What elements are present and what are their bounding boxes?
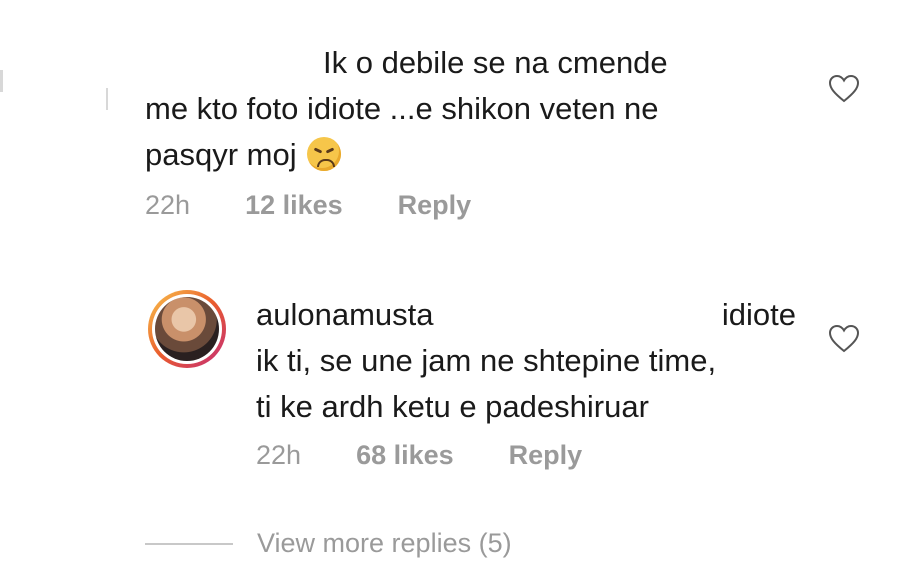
left-edge-mark (0, 70, 3, 92)
comment-1-meta: 22h 12 likes Reply (145, 190, 526, 221)
view-more-replies[interactable]: View more replies (5) (145, 528, 512, 559)
avatar[interactable] (148, 290, 226, 368)
view-more-replies-label[interactable]: View more replies (5) (257, 528, 512, 559)
comment-1-likes[interactable]: 12 likes (245, 190, 343, 221)
comment-1-line-3-wrap: pasqyr moj (145, 132, 805, 178)
heart-icon[interactable] (828, 74, 860, 104)
comment-2: aulonamusta idiote ik ti, se une jam ne … (256, 292, 796, 430)
comment-1-reply-button[interactable]: Reply (398, 190, 472, 221)
comment-2-line-2: ti ke ardh ketu e padeshiruar (256, 389, 649, 424)
comment-1: Ik o debile se na cmende me kto foto idi… (145, 40, 805, 178)
comment-2-username[interactable]: aulonamusta (256, 292, 434, 338)
comment-2-reply-button[interactable]: Reply (509, 440, 583, 471)
comment-indent-mark (106, 88, 108, 110)
comment-1-line-2: me kto foto idiote ...e shikon veten ne (145, 91, 659, 126)
divider (145, 542, 233, 545)
comment-2-meta: 22h 68 likes Reply (256, 440, 637, 471)
comment-2-line-1: ik ti, se une jam ne shtepine time, (256, 343, 717, 378)
weary-face-icon (306, 137, 341, 171)
avatar-photo (155, 297, 219, 361)
comment-1-line-3: pasqyr moj (145, 137, 297, 172)
comment-2-first-word: idiote (721, 297, 796, 332)
heart-icon[interactable] (828, 324, 860, 354)
comment-1-time: 22h (145, 190, 191, 220)
comment-2-likes[interactable]: 68 likes (356, 440, 454, 471)
comment-2-time: 22h (256, 440, 302, 470)
comment-1-line-1: Ik o debile se na cmende (323, 45, 668, 80)
